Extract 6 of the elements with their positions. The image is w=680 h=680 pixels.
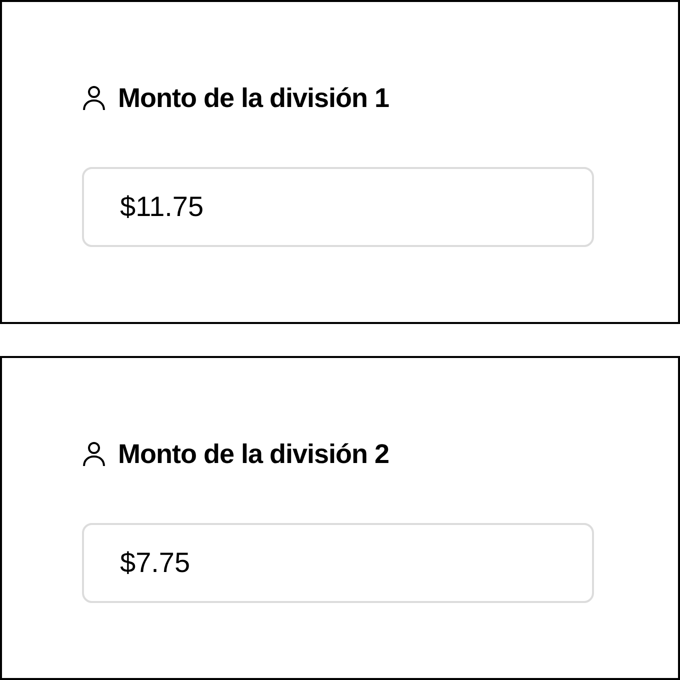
amount-field[interactable]: $11.75 [82, 166, 594, 246]
person-icon [82, 441, 106, 468]
amount-field[interactable]: $7.75 [82, 522, 594, 602]
split-label: Monto de la división 2 [118, 438, 390, 471]
split-label: Monto de la división 1 [118, 82, 390, 115]
person-icon [82, 85, 106, 112]
